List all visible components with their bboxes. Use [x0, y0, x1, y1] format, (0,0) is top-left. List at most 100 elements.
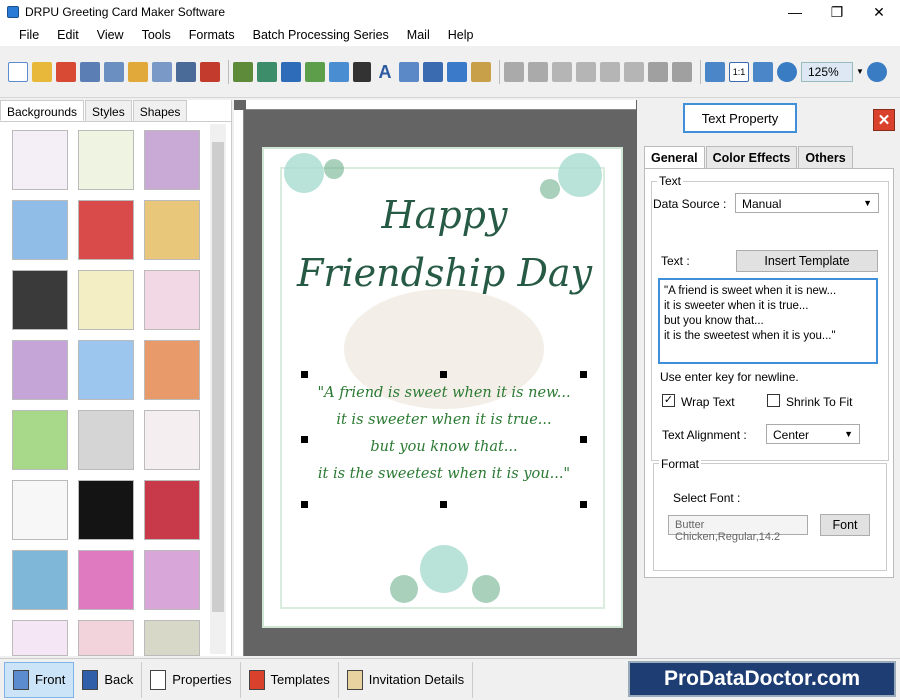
close-panel-icon[interactable]: ✕	[873, 109, 895, 131]
cut-icon[interactable]	[552, 61, 572, 82]
redo-icon[interactable]	[528, 61, 548, 82]
background-thumb[interactable]	[144, 340, 200, 400]
fit-window-icon[interactable]	[753, 61, 773, 82]
background-thumb[interactable]	[78, 270, 134, 330]
grid-icon[interactable]	[705, 61, 725, 82]
resize-handle[interactable]	[301, 436, 308, 443]
menu-edit[interactable]: Edit	[57, 28, 79, 42]
resize-handle[interactable]	[580, 501, 587, 508]
new-icon[interactable]	[8, 61, 28, 82]
bring-front-icon[interactable]	[648, 61, 668, 82]
restore-button[interactable]: ❐	[816, 0, 858, 24]
menu-file[interactable]: File	[19, 28, 39, 42]
background-thumb[interactable]	[144, 410, 200, 470]
tab-backgrounds[interactable]: Backgrounds	[0, 100, 85, 121]
background-thumb[interactable]	[78, 340, 134, 400]
insert-template-button[interactable]: Insert Template	[736, 250, 878, 272]
paste-icon[interactable]	[600, 61, 620, 82]
resize-handle[interactable]	[440, 501, 447, 508]
back-button[interactable]: Back	[74, 661, 143, 698]
menu-tools[interactable]: Tools	[142, 28, 171, 42]
pencil-icon[interactable]	[281, 61, 301, 82]
resize-handle[interactable]	[580, 436, 587, 443]
picture-icon[interactable]	[305, 61, 325, 82]
templates-button[interactable]: Templates	[241, 661, 339, 698]
zoom-input[interactable]: 125%	[801, 61, 853, 82]
menu-formats[interactable]: Formats	[189, 28, 235, 42]
shrink-to-fit-checkbox[interactable]	[767, 394, 780, 407]
properties-button[interactable]: Properties	[142, 661, 241, 698]
line-tool-icon[interactable]	[233, 61, 253, 82]
close-window-button[interactable]: ✕	[858, 0, 900, 24]
zoom-in-icon[interactable]	[777, 61, 797, 82]
invitation-details-button[interactable]: Invitation Details	[339, 661, 474, 698]
signature-icon[interactable]	[423, 61, 443, 82]
copy-icon[interactable]	[576, 61, 596, 82]
resize-handle[interactable]	[301, 501, 308, 508]
background-thumb[interactable]	[12, 480, 68, 540]
tab-shapes[interactable]: Shapes	[132, 100, 188, 121]
background-thumb[interactable]	[78, 410, 134, 470]
background-thumb[interactable]	[144, 270, 200, 330]
resize-handle[interactable]	[580, 371, 587, 378]
export-icon[interactable]	[128, 61, 148, 82]
background-thumb[interactable]	[12, 550, 68, 610]
left-scrollbar[interactable]	[210, 124, 226, 654]
background-thumb[interactable]	[12, 200, 68, 260]
data-source-select[interactable]: Manual ▼	[735, 193, 879, 213]
background-thumb[interactable]	[78, 480, 134, 540]
background-thumb[interactable]	[12, 130, 68, 190]
background-thumb[interactable]	[12, 340, 68, 400]
send-back-icon[interactable]	[672, 61, 692, 82]
text-tool-icon[interactable]: A	[375, 62, 395, 82]
minimize-button[interactable]: —	[774, 0, 816, 24]
background-thumb[interactable]	[12, 410, 68, 470]
print-preview-icon[interactable]	[152, 61, 172, 82]
close-doc-icon[interactable]	[56, 61, 76, 82]
menu-mail[interactable]: Mail	[407, 28, 430, 42]
tab-general[interactable]: General	[644, 146, 705, 168]
text-box-icon[interactable]	[399, 61, 419, 82]
text-input-area[interactable]: "A friend is sweet when it is new... it …	[658, 278, 878, 364]
text-alignment-select[interactable]: Center ▼	[766, 424, 860, 444]
wordart-icon[interactable]	[329, 61, 349, 82]
menu-batch-processing[interactable]: Batch Processing Series	[253, 28, 389, 42]
barcode-icon[interactable]	[353, 61, 371, 82]
open-folder-icon[interactable]	[32, 61, 52, 82]
resize-handle[interactable]	[440, 371, 447, 378]
background-thumb[interactable]	[78, 130, 134, 190]
actual-size-icon[interactable]: 1:1	[729, 61, 749, 82]
background-thumb[interactable]	[144, 130, 200, 190]
image-tool-icon[interactable]	[257, 61, 277, 82]
menu-view[interactable]: View	[97, 28, 124, 42]
background-thumb[interactable]	[144, 550, 200, 610]
zoom-dropdown-icon[interactable]: ▼	[853, 62, 867, 82]
resize-handle[interactable]	[301, 371, 308, 378]
background-thumb[interactable]	[12, 270, 68, 330]
database-icon[interactable]	[471, 61, 491, 82]
copy-design-icon[interactable]	[200, 61, 220, 82]
zoom-out-icon[interactable]	[867, 61, 887, 82]
scrollbar-thumb[interactable]	[212, 142, 224, 612]
background-thumb[interactable]	[78, 200, 134, 260]
print-icon[interactable]	[176, 61, 196, 82]
greeting-card[interactable]: Happy Friendship Day "A friend is sweet …	[262, 147, 623, 628]
background-thumb[interactable]	[144, 200, 200, 260]
line-icon[interactable]	[447, 61, 467, 82]
undo-icon[interactable]	[504, 61, 524, 82]
background-thumb[interactable]	[78, 620, 134, 656]
save-as-icon[interactable]	[104, 61, 124, 82]
tab-styles[interactable]: Styles	[85, 100, 132, 121]
background-thumb[interactable]	[78, 550, 134, 610]
tab-color-effects[interactable]: Color Effects	[705, 146, 798, 168]
front-button[interactable]: Front	[4, 661, 75, 698]
background-thumb[interactable]	[144, 620, 200, 656]
background-thumb[interactable]	[144, 480, 200, 540]
text-property-button[interactable]: Text Property	[683, 103, 797, 133]
background-thumb[interactable]	[12, 620, 68, 656]
font-button[interactable]: Font	[820, 514, 870, 536]
save-icon[interactable]	[80, 61, 100, 82]
tab-others[interactable]: Others	[798, 146, 853, 168]
delete-icon[interactable]	[624, 61, 644, 82]
menu-help[interactable]: Help	[448, 28, 474, 42]
